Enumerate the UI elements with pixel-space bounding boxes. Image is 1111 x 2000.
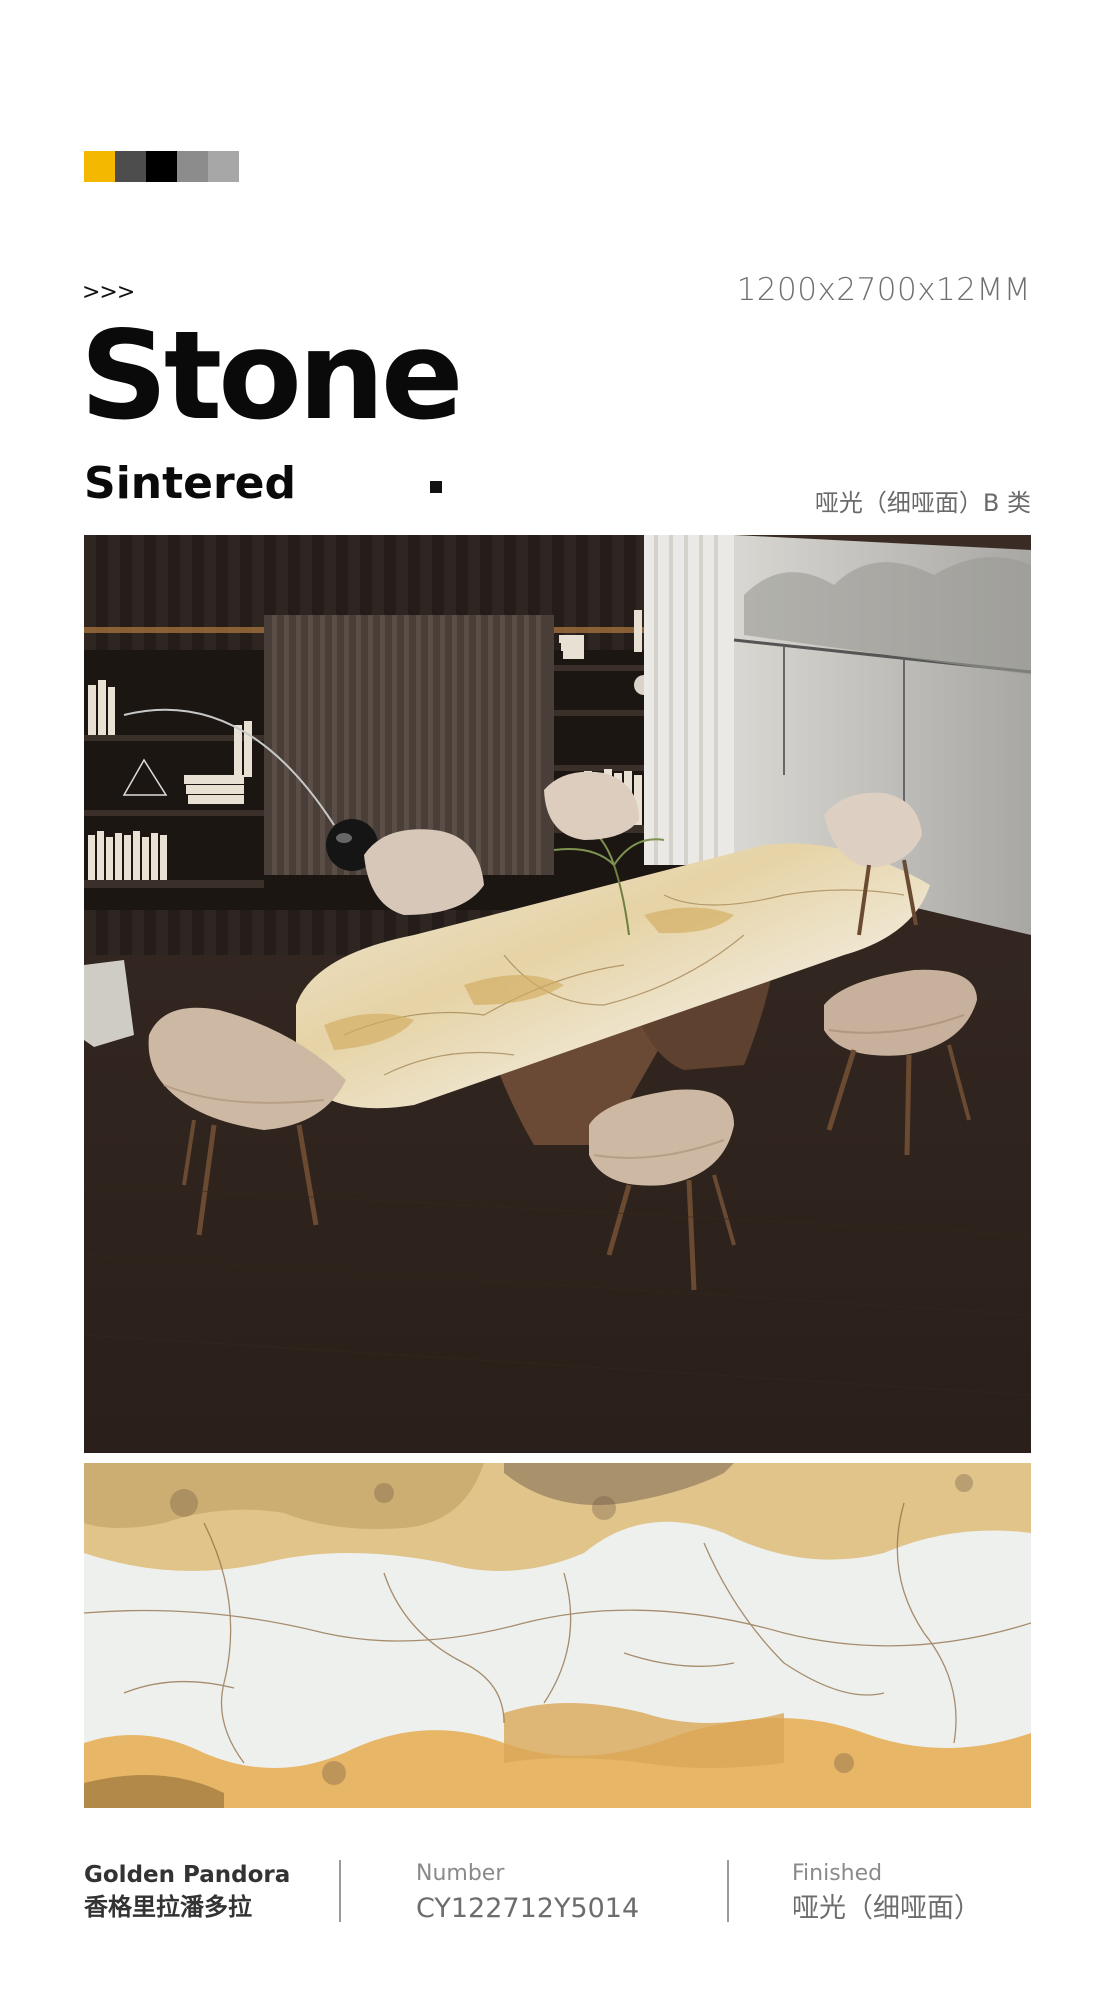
divider	[339, 1860, 341, 1922]
chevrons-icon: >>>	[82, 280, 135, 305]
dimensions-label: 1200x2700x12MM	[736, 272, 1031, 308]
product-name: Golden Pandora 香格里拉潘多拉	[84, 1860, 290, 1923]
number-label: Number	[416, 1861, 505, 1886]
swatch-gray	[177, 151, 208, 182]
number-value: CY122712Y5014	[416, 1892, 640, 1924]
page-title: Stone	[80, 305, 464, 447]
product-name-en: Golden Pandora	[84, 1862, 291, 1888]
finished-value: 哑光（细哑面）	[792, 1892, 981, 1924]
finished-block: Finished 哑光（细哑面）	[792, 1860, 981, 1926]
page-subtitle: Sintered	[84, 458, 297, 509]
swatch-light-gray	[208, 151, 239, 182]
swatch-dark-gray	[115, 151, 146, 182]
swatch-black	[146, 151, 177, 182]
product-name-cn: 香格里拉潘多拉	[84, 1893, 252, 1922]
color-palette	[84, 151, 239, 182]
square-bullet	[430, 481, 442, 493]
swatch-yellow	[84, 151, 115, 182]
dining-room-photo	[84, 535, 1031, 1453]
divider	[727, 1860, 729, 1922]
number-block: Number CY122712Y5014	[416, 1860, 639, 1926]
finished-label: Finished	[792, 1861, 883, 1886]
marble-slab-texture	[84, 1463, 1031, 1808]
finish-grade-label: 哑光（细哑面）B 类	[814, 489, 1031, 517]
